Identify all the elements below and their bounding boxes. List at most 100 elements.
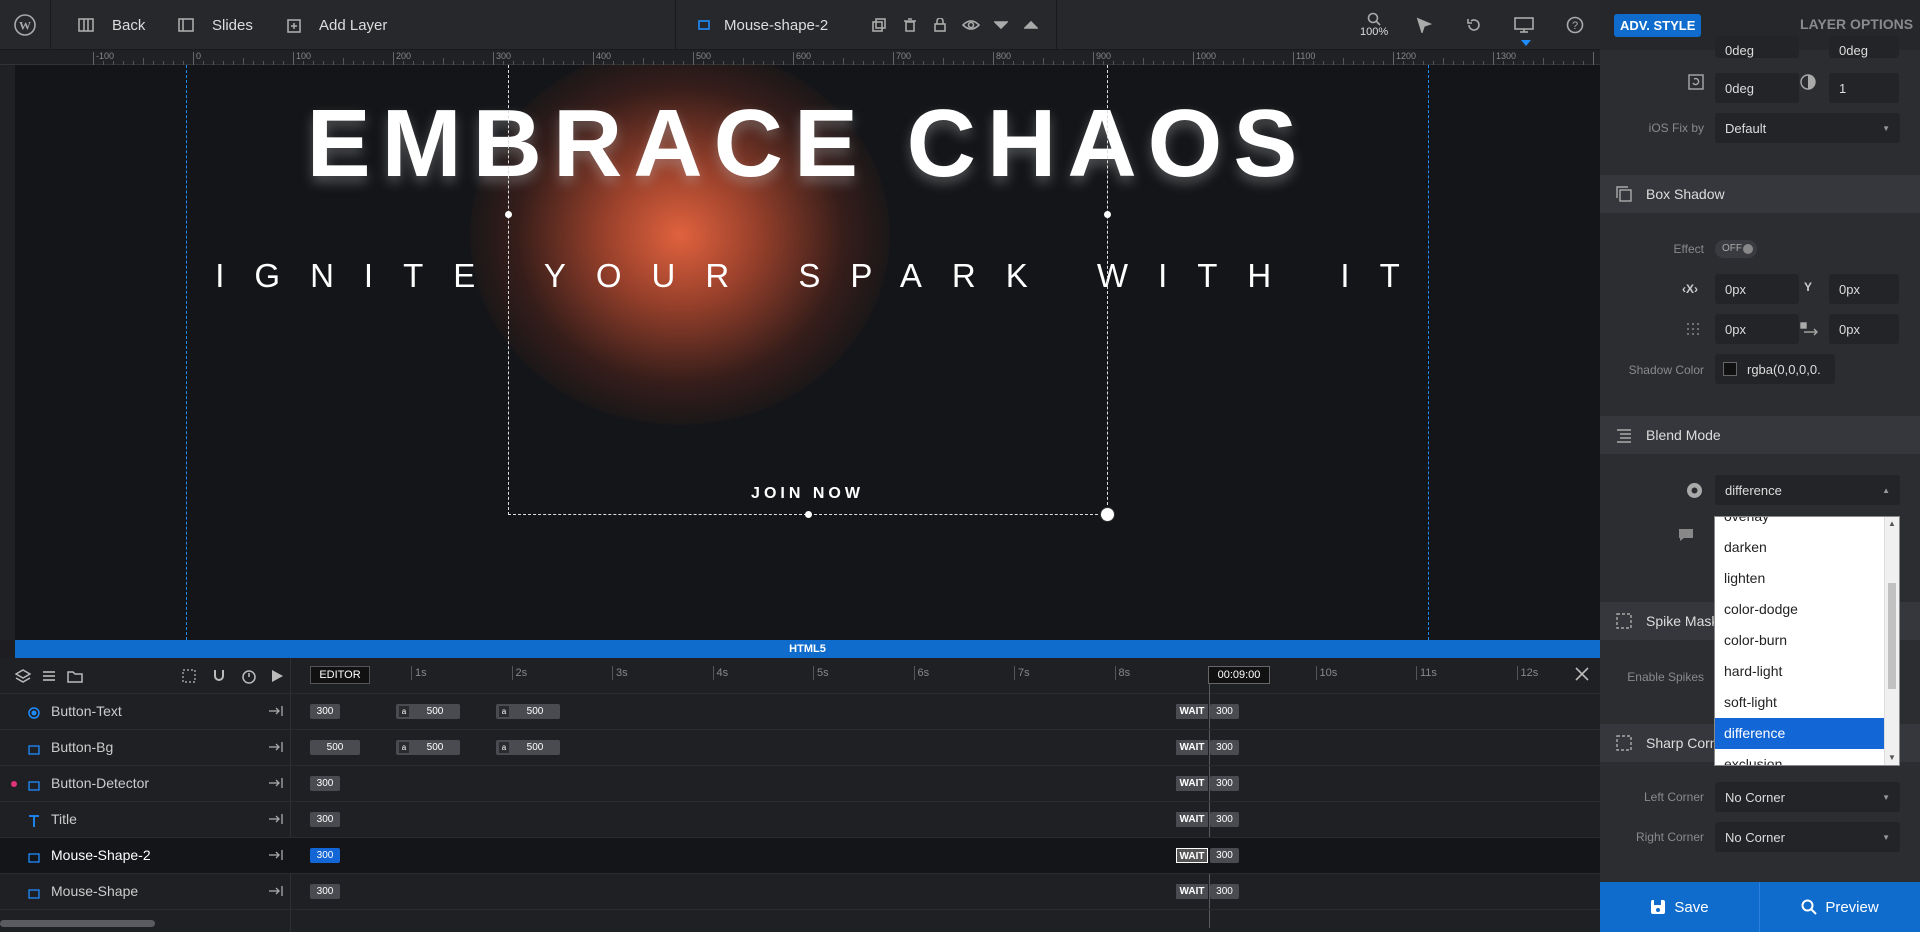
layers-icon[interactable]: [14, 668, 32, 689]
delete-icon[interactable]: [903, 0, 917, 50]
resize-corner-handle[interactable]: [1100, 507, 1115, 522]
animation-chip[interactable]: a 500: [496, 704, 560, 719]
resize-handle[interactable]: [805, 511, 812, 518]
timeline-layer-row[interactable]: Mouse-Shape 300 WAIT 300: [0, 874, 1600, 910]
in-animation-chip[interactable]: 300: [310, 776, 340, 791]
right-corner-select[interactable]: No Corner ▼: [1715, 822, 1900, 852]
effect-toggle[interactable]: OFF: [1715, 240, 1757, 258]
folder-icon[interactable]: [67, 668, 83, 689]
visibility-eye-icon[interactable]: [962, 0, 980, 50]
collapse-icon[interactable]: [268, 848, 284, 867]
timeline-layer-row[interactable]: Button-Detector 300 WAIT 300: [0, 766, 1600, 802]
dropdown-option[interactable]: color-burn: [1715, 625, 1885, 656]
out-animation-chip[interactable]: 300: [1210, 848, 1239, 863]
shadow-blur-field[interactable]: 0px: [1715, 314, 1799, 344]
blend-mode-dropdown[interactable]: overlay darken lighten color-dodge color-bur…: [1714, 516, 1900, 766]
out-animation-chip[interactable]: 300: [1210, 776, 1239, 791]
horizontal-scrollbar[interactable]: [0, 920, 155, 927]
editor-badge[interactable]: EDITOR: [310, 666, 370, 684]
wait-chip[interactable]: WAIT: [1176, 776, 1208, 791]
animation-chip[interactable]: a 500: [396, 740, 460, 755]
close-icon[interactable]: [1574, 666, 1590, 687]
dropdown-option[interactable]: difference: [1715, 718, 1885, 749]
collapse-icon[interactable]: [268, 704, 284, 723]
wordpress-logo-icon[interactable]: W: [14, 0, 36, 50]
collapse-icon[interactable]: [268, 740, 284, 759]
preview-button[interactable]: Preview: [1760, 882, 1920, 932]
in-animation-chip[interactable]: 300: [310, 812, 340, 827]
left-corner-select[interactable]: No Corner ▼: [1715, 782, 1900, 812]
duplicate-icon[interactable]: [872, 0, 886, 50]
slide-canvas[interactable]: EMBRACE CHAOS EMBRACE CHAOS IGNITE YOUR …: [15, 65, 1600, 640]
dropdown-option[interactable]: hard-light: [1715, 656, 1885, 687]
collapse-icon[interactable]: [268, 884, 284, 903]
timeline-layer-row[interactable]: Button-Bg 500 a 500 a 500 WAIT 300: [0, 730, 1600, 766]
play-icon[interactable]: [270, 668, 284, 689]
dropdown-scrollbar[interactable]: ▲ ▼: [1884, 517, 1899, 765]
in-animation-chip[interactable]: 500: [310, 740, 360, 755]
help-icon[interactable]: ?: [1566, 0, 1584, 50]
timeline-layer-row[interactable]: Title 300 WAIT 300: [0, 802, 1600, 838]
join-now-button[interactable]: JOIN NOW: [15, 485, 1600, 503]
collapse-icon[interactable]: [268, 776, 284, 795]
animation-chip[interactable]: a 500: [496, 740, 560, 755]
playhead-time[interactable]: 00:09:00: [1208, 666, 1270, 684]
zoom-control[interactable]: 100%: [1360, 0, 1388, 50]
dropdown-option[interactable]: lighten: [1715, 563, 1885, 594]
wait-chip[interactable]: WAIT: [1176, 704, 1208, 719]
resize-handle[interactable]: [505, 211, 512, 218]
shadow-y-field[interactable]: 0px: [1829, 274, 1899, 304]
shadow-x-field[interactable]: 0px: [1715, 274, 1799, 304]
wait-chip[interactable]: WAIT: [1176, 740, 1208, 755]
ios-fix-select[interactable]: Default ▼: [1715, 113, 1900, 143]
blend-mode-select[interactable]: difference ▲: [1715, 475, 1900, 505]
move-down-icon[interactable]: [994, 0, 1008, 50]
resize-handle[interactable]: [1104, 211, 1111, 218]
list-icon[interactable]: [41, 668, 57, 689]
timeline-layer-row[interactable]: Mouse-Shape-2 300 WAIT 300: [0, 838, 1600, 874]
opacity-field[interactable]: 1: [1829, 73, 1899, 103]
tab-adv-style[interactable]: ADV. STYLE: [1614, 14, 1702, 37]
out-animation-chip[interactable]: 300: [1210, 740, 1239, 755]
undo-icon[interactable]: [1466, 0, 1482, 50]
wait-chip[interactable]: WAIT: [1176, 812, 1208, 827]
dropdown-option[interactable]: color-dodge: [1715, 594, 1885, 625]
rotation-field[interactable]: 0deg: [1715, 73, 1799, 103]
slides-button[interactable]: Slides: [178, 0, 253, 50]
animation-chip[interactable]: a 500: [396, 704, 460, 719]
out-animation-chip[interactable]: 300: [1210, 884, 1239, 899]
dropdown-option[interactable]: exclusion: [1715, 749, 1885, 765]
scroll-thumb[interactable]: [1888, 583, 1896, 689]
skew-x-field[interactable]: 0deg: [1715, 36, 1799, 58]
timeline-layer-row[interactable]: Button-Text 300 a 500 a 500 WAIT 300: [0, 694, 1600, 730]
in-animation-chip[interactable]: 300: [310, 704, 340, 719]
tab-layer-options[interactable]: LAYER OPTIONS: [1800, 16, 1913, 32]
blend-mode-section[interactable]: Blend Mode: [1600, 416, 1920, 454]
in-animation-chip[interactable]: 300: [310, 884, 340, 899]
wait-chip[interactable]: WAIT: [1176, 848, 1208, 863]
layer-name-display[interactable]: Mouse-shape-2: [698, 0, 828, 50]
color-swatch[interactable]: [1723, 362, 1737, 376]
dropdown-option[interactable]: overlay: [1715, 517, 1885, 532]
cursor-select-icon[interactable]: [1416, 0, 1432, 50]
timer-icon[interactable]: [241, 668, 257, 689]
grid-select-icon[interactable]: [181, 668, 197, 689]
dropdown-option[interactable]: darken: [1715, 532, 1885, 563]
scroll-up-icon[interactable]: ▲: [1885, 517, 1899, 531]
collapse-icon[interactable]: [268, 812, 284, 831]
magnet-icon[interactable]: [211, 668, 227, 689]
move-up-icon[interactable]: [1024, 0, 1038, 50]
scroll-down-icon[interactable]: ▼: [1885, 751, 1899, 765]
lock-icon[interactable]: [933, 0, 947, 50]
dropdown-option[interactable]: soft-light: [1715, 687, 1885, 718]
skew-y-field[interactable]: 0deg: [1829, 36, 1899, 58]
box-shadow-section[interactable]: Box Shadow: [1600, 175, 1920, 213]
shadow-color-field[interactable]: rgba(0,0,0,0.: [1715, 354, 1835, 384]
add-layer-button[interactable]: Add Layer: [287, 0, 387, 50]
back-button[interactable]: Back: [78, 0, 145, 50]
selection-box[interactable]: [505, 65, 1115, 522]
out-animation-chip[interactable]: 300: [1210, 704, 1239, 719]
save-button[interactable]: Save: [1600, 882, 1759, 932]
wait-chip[interactable]: WAIT: [1176, 884, 1208, 899]
out-animation-chip[interactable]: 300: [1210, 812, 1239, 827]
